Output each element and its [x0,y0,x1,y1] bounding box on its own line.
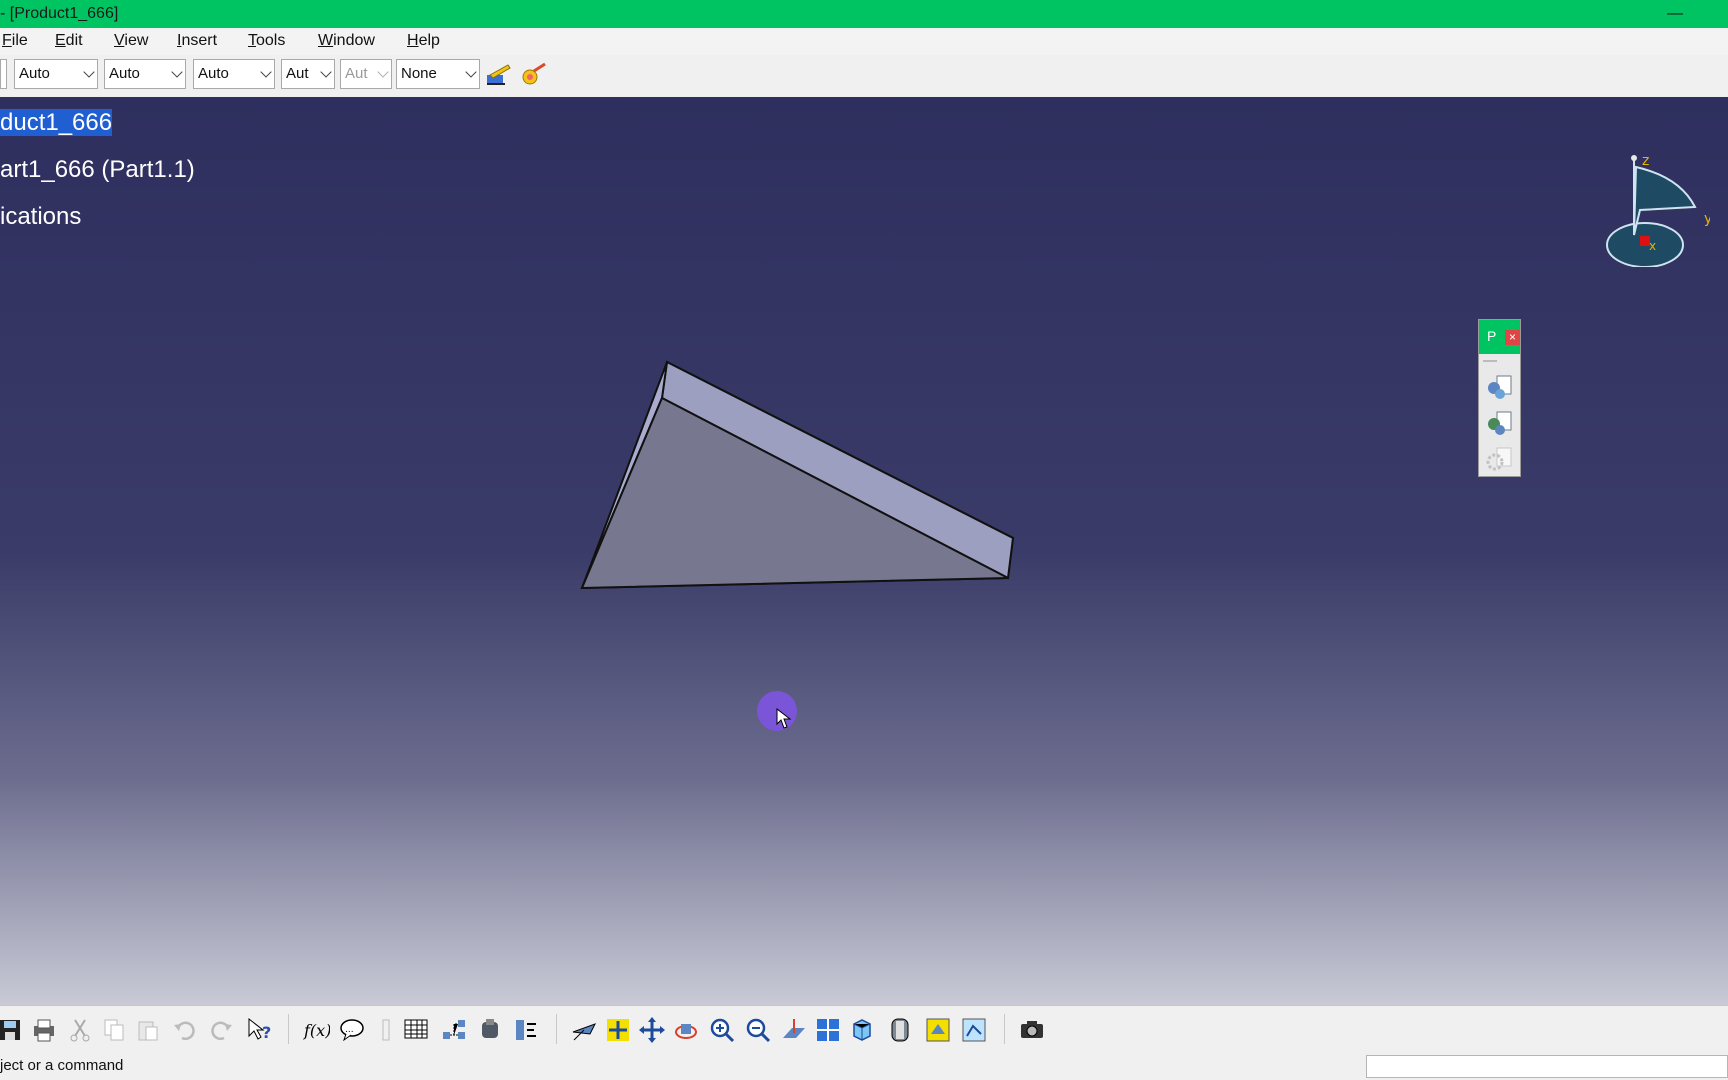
menu-help[interactable]: Help [407,32,440,50]
camera-icon[interactable] [1018,1016,1046,1044]
menu-tools[interactable]: Tools [248,32,285,50]
menu-view[interactable]: View [114,32,148,50]
rotate-icon[interactable] [672,1016,700,1044]
tree-root-node[interactable]: duct1_666 [0,109,113,137]
toolbar-separator [556,1014,557,1044]
zoom-in-icon[interactable] [708,1016,736,1044]
svg-text:f(x): f(x) [303,1021,330,1040]
bulb-brush-icon[interactable] [520,61,548,89]
window-title: - [Product1_666] [0,5,119,22]
menu-insert[interactable]: Insert [177,32,217,50]
3d-viewport[interactable]: duct1_666 art1_666 (Part1.1) ications z … [0,97,1728,1005]
paste-icon [138,1021,158,1041]
point-type-combo: Aut [340,59,392,89]
tree-applications-node[interactable]: ications [0,203,81,231]
minimize-button[interactable]: — [1665,0,1685,28]
assembly-icon[interactable] [476,1016,504,1044]
chevron-down-icon [465,66,477,78]
table-icon[interactable] [402,1016,430,1044]
tree-part-label: art1_666 (Part1.1) [0,156,195,183]
status-message: ject or a command [0,1057,124,1074]
line-weight-combo-value: Auto [198,65,229,82]
toolbar-separator [1004,1014,1005,1044]
chevron-down-icon [320,66,332,78]
tree-icon[interactable] [440,1016,468,1044]
gear-disabled-icon [1486,447,1512,471]
product-icon[interactable] [1485,372,1515,402]
print-icon[interactable] [30,1016,58,1044]
chevron-down-icon [83,66,95,78]
fit-all-icon[interactable] [604,1016,632,1044]
save-icon[interactable] [0,1016,24,1044]
menu-file[interactable]: File [2,32,28,50]
chevron-down-icon [171,66,183,78]
comment-icon[interactable]: ... [338,1016,366,1044]
chevron-down-icon [260,66,272,78]
menu-edit[interactable]: Edit [55,32,83,50]
window-title-bar: - [Product1_666] — [0,0,1728,28]
redo-icon [211,1021,232,1041]
compass-icon[interactable]: z y x [1600,127,1710,267]
floating-product-toolbar[interactable]: P × [1478,319,1521,477]
mouse-pointer-icon [776,708,792,729]
floating-toolbar-header[interactable]: P × [1479,320,1520,354]
color-combo-value: Auto [19,65,50,82]
cut-icon [70,1019,90,1042]
tools-icon[interactable] [512,1016,540,1044]
fly-mode-icon[interactable] [570,1016,598,1044]
toolbar-grip[interactable] [1483,360,1497,362]
render-style-icon[interactable] [886,1016,914,1044]
tree-root-label: duct1_666 [0,109,113,136]
point-type-combo-value: Aut [345,65,368,82]
chevron-down-icon [377,66,389,78]
layer-combo-value: None [401,65,437,82]
graphic-properties-toolbar: Auto Auto Auto Aut Aut None [0,55,1728,99]
painter-brush-icon[interactable] [484,61,512,89]
whats-this-icon[interactable]: ? [246,1016,274,1044]
color-combo[interactable]: Auto [14,59,98,89]
undo-icon [174,1021,195,1041]
transparency-combo-value: Auto [109,65,140,82]
pan-icon[interactable] [638,1016,666,1044]
standard-toolbar: ? f(x) ... [0,1005,1728,1054]
toolbar-separator [288,1014,289,1044]
hide-show-icon[interactable] [924,1016,952,1044]
status-bar: ject or a command [0,1053,1728,1080]
tree-part-node[interactable]: art1_666 (Part1.1) [0,156,195,184]
line-type-combo-value: Aut [286,65,309,82]
compass-y-label: y [1704,211,1710,227]
transparency-combo[interactable]: Auto [104,59,186,89]
line-type-combo[interactable]: Aut [281,59,335,89]
line-weight-combo[interactable]: Auto [193,59,275,89]
menu-window[interactable]: Window [318,32,375,50]
compass-x-label: x [1649,239,1656,253]
close-icon[interactable]: × [1505,330,1520,345]
copy-icon [104,1019,124,1041]
iso-view-icon[interactable] [848,1016,876,1044]
multi-view-icon[interactable] [814,1016,842,1044]
svg-text:...: ... [345,1025,354,1035]
compass-z-label: z [1642,153,1649,169]
part-icon[interactable] [1485,408,1515,438]
floating-toolbar-title: P [1487,328,1497,344]
normal-view-icon[interactable] [780,1016,808,1044]
toolbar-handle[interactable] [0,59,7,89]
formula-icon[interactable]: f(x) [302,1016,330,1044]
swap-space-icon[interactable] [960,1016,988,1044]
tree-applications-label: ications [0,203,82,230]
power-input-field[interactable] [1366,1055,1728,1078]
measure-icon [382,1019,390,1041]
zoom-out-icon[interactable] [744,1016,772,1044]
svg-text:?: ? [262,1023,271,1042]
wedge-part[interactable] [570,347,1020,597]
menu-bar: File Edit View Insert Tools Window Help [0,28,1728,55]
layer-combo[interactable]: None [396,59,480,89]
